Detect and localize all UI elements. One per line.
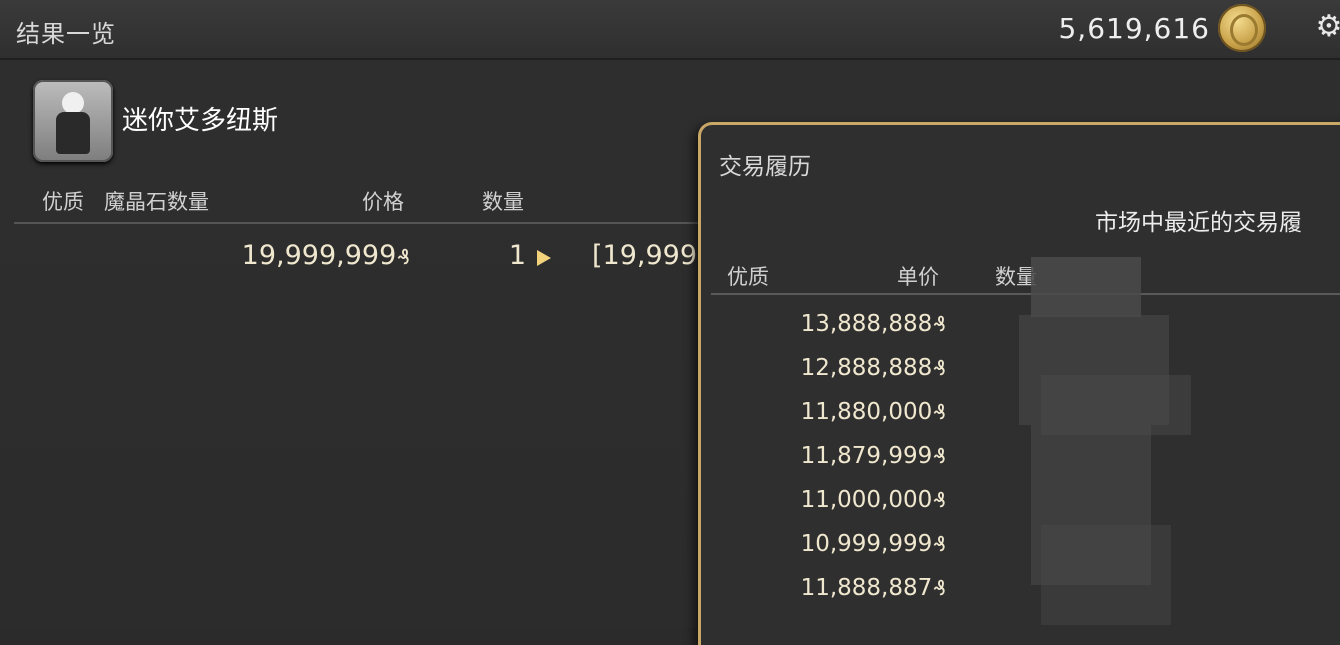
history-price-value: 11,888,887 — [800, 575, 933, 601]
header-price[interactable]: 价格 — [362, 186, 404, 216]
listing-price: 19,999,999₰ — [160, 240, 410, 271]
history-price: 13,888,888₰ — [761, 311, 946, 337]
titlebar: 结果一览 5,619,616 ⚙ — [0, 0, 1340, 60]
history-price-value: 11,879,999 — [800, 443, 933, 469]
item-name: 迷你艾多纽斯 — [122, 106, 279, 136]
gil-coin-icon — [1218, 4, 1266, 52]
history-price-value: 13,888,888 — [800, 311, 933, 337]
history-title: 交易履历 — [719, 154, 811, 180]
gil-symbol: ₰ — [933, 444, 946, 468]
history-price-value: 10,999,999 — [800, 531, 933, 557]
history-price: 11,888,887₰ — [761, 575, 946, 601]
gil-symbol: ₰ — [933, 576, 946, 600]
history-price: 11,879,999₰ — [761, 443, 946, 469]
history-price: 12,888,888₰ — [761, 355, 946, 381]
history-price: 11,880,000₰ — [761, 399, 946, 425]
item-icon[interactable] — [33, 80, 113, 162]
gil-symbol: ₰ — [933, 532, 946, 556]
gil-symbol: ₰ — [933, 488, 946, 512]
blurred-region — [1031, 257, 1141, 317]
figure-body-icon — [56, 112, 90, 154]
history-header-quality: 优质 — [727, 265, 769, 289]
blurred-region — [1041, 525, 1171, 625]
header-divider — [14, 222, 704, 224]
header-quantity[interactable]: 数量 — [482, 186, 524, 216]
history-description: 市场中最近的交易履 — [1095, 210, 1302, 236]
gil-symbol: ₰ — [933, 312, 946, 336]
history-price: 11,000,000₰ — [761, 487, 946, 513]
gil-symbol: ₰ — [397, 245, 410, 269]
history-price-value: 11,880,000 — [800, 399, 933, 425]
history-price-value: 12,888,888 — [800, 355, 933, 381]
trade-history-window: 交易履历 市场中最近的交易履 优质 单价 数量 13,888,888₰ 12,8… — [698, 122, 1340, 645]
history-header-divider — [711, 293, 1340, 295]
gil-symbol: ₰ — [933, 356, 946, 380]
listing-seller: [19,999 — [592, 240, 698, 271]
gil-symbol: ₰ — [933, 400, 946, 424]
history-header-unit-price: 单价 — [897, 265, 939, 289]
figure-head-icon — [62, 92, 84, 114]
history-price: 10,999,999₰ — [761, 531, 946, 557]
window-title: 结果一览 — [16, 20, 116, 48]
header-materia[interactable]: 魔晶石数量 — [104, 186, 209, 216]
gil-amount: 5,619,616 — [1058, 12, 1210, 45]
history-price-value: 11,000,000 — [800, 487, 933, 513]
settings-icon[interactable]: ⚙ — [1314, 10, 1340, 44]
play-icon[interactable] — [537, 250, 551, 266]
listing-price-value: 19,999,999 — [241, 240, 397, 271]
header-quality[interactable]: 优质 — [42, 186, 84, 216]
listing-quantity: 1 — [508, 240, 526, 271]
